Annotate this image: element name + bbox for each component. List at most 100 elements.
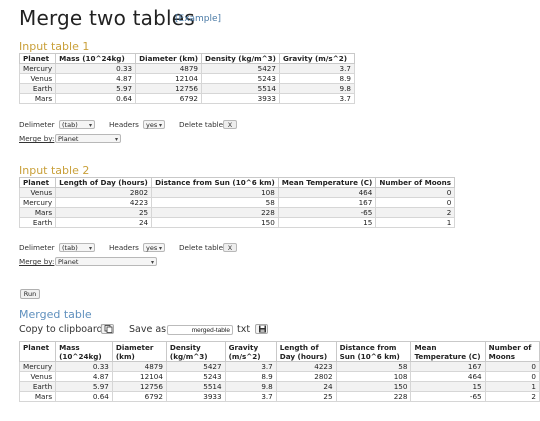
table-row: Venus 4.87 12104 5243 8.9 (18, 73, 355, 84)
run-button[interactable]: Run (20, 289, 40, 299)
table-cell: 0 (484, 361, 540, 372)
row-label-cell: Mars (18, 391, 57, 402)
table-cell: 5.97 (55, 83, 137, 94)
table-cell: 0 (375, 187, 456, 198)
table-cell: 15 (277, 217, 377, 228)
chevron-down-icon: ▾ (114, 136, 118, 143)
table-cell: 167 (277, 197, 377, 208)
table-cell: 0.64 (55, 93, 137, 104)
row-label-cell: Mars (18, 93, 57, 104)
column-header: Distance from Sun (10^6 km) (335, 341, 412, 362)
table-cell: 5514 (200, 83, 280, 94)
table-row: Venus 2802 108 464 0 (18, 187, 456, 198)
table-cell: 5427 (200, 63, 280, 74)
copy-icon (104, 325, 113, 333)
row-label-cell: Mercury (18, 63, 57, 74)
table-row: Earth 24 150 15 1 (18, 217, 456, 228)
table-cell: 150 (151, 217, 279, 228)
row-label-cell: Venus (18, 371, 57, 382)
table-cell: 464 (277, 187, 377, 198)
table-cell: 108 (151, 187, 279, 198)
table-row: Earth 5.97 12756 5514 9.8 (18, 83, 355, 94)
table-row: Venus 4.87 12104 5243 8.9 2802 108 464 0 (18, 371, 540, 382)
headers-select-1[interactable]: yes ▾ (143, 120, 165, 129)
table-cell: 167 (410, 361, 486, 372)
delete-table-1-button[interactable]: X (223, 120, 237, 129)
table-row: Mars 0.64 6792 3933 3.7 25 228 -65 2 (18, 391, 540, 402)
table-cell: 2802 (275, 371, 337, 382)
filename-input[interactable] (167, 325, 233, 335)
chevron-down-icon: ▾ (158, 122, 162, 129)
table-cell: 228 (151, 207, 279, 218)
table-cell: 0.64 (55, 391, 113, 402)
table-cell: 4223 (55, 197, 153, 208)
row-label-cell: Earth (18, 83, 57, 94)
table-cell: 8.9 (224, 371, 277, 382)
table-cell: 5243 (165, 371, 226, 382)
table-cell: 3933 (165, 391, 226, 402)
delimiter-select-2[interactable]: (tab) ▾ (59, 243, 95, 252)
table-cell: 6792 (135, 93, 202, 104)
table-cell: 9.8 (278, 83, 355, 94)
row-label-cell: Earth (18, 381, 57, 392)
input-table-1: Planet Mass (10^24kg) Diameter (km) Density… (18, 53, 355, 104)
column-header: Mean Temperature (C) (410, 341, 486, 362)
example-link[interactable]: [Example] (175, 14, 221, 24)
merged-actions: Copy to clipboard Save as txt (19, 324, 279, 336)
table-cell: -65 (277, 207, 377, 218)
delimiter-select-1[interactable]: (tab) ▾ (59, 120, 95, 129)
table-row: Mercury 0.33 4879 5427 3.7 4223 58 167 0 (18, 361, 540, 372)
save-disk-icon (259, 325, 266, 333)
page-title: Merge two tables (19, 6, 195, 30)
table-cell: 58 (151, 197, 279, 208)
table-cell: 5514 (165, 381, 226, 392)
column-header: Distance from Sun (10^6 km) (151, 177, 279, 188)
column-header: Gravity (m/s^2) (278, 53, 355, 64)
table-cell: 464 (410, 371, 486, 382)
table-cell: 12104 (111, 371, 167, 382)
table-row: Mercury 4223 58 167 0 (18, 197, 456, 208)
table-cell: 4.87 (55, 73, 137, 84)
table-cell: 9.8 (224, 381, 277, 392)
table-cell: 6792 (111, 391, 167, 402)
table-cell: 0.33 (55, 63, 137, 74)
table-cell: 2802 (55, 187, 153, 198)
merge-by-2-row: Merge by: Planet ▾ (19, 257, 199, 269)
table-cell: 8.9 (278, 73, 355, 84)
merge-by-select-1[interactable]: Planet ▾ (55, 134, 121, 143)
table-cell: 5.97 (55, 381, 113, 392)
copy-to-clipboard-button[interactable] (101, 324, 114, 334)
delimiter-label: Delimeter (19, 120, 55, 129)
column-header: Number of Moons (484, 341, 540, 362)
save-as-label: Save as (129, 324, 167, 335)
table-cell: 12756 (135, 83, 202, 94)
table-cell: 5427 (165, 361, 226, 372)
row-label-cell: Venus (18, 187, 57, 198)
headers-select-2[interactable]: yes ▾ (143, 243, 165, 252)
column-header: Mass (10^24kg) (55, 53, 137, 64)
table-cell: 12104 (135, 73, 202, 84)
table-cell: 108 (335, 371, 412, 382)
table-cell: 0.33 (55, 361, 113, 372)
chevron-down-icon: ▾ (88, 245, 92, 252)
input-table-2: Planet Length of Day (hours) Distance from… (18, 177, 456, 228)
save-button[interactable] (255, 324, 268, 334)
column-header: Planet (18, 341, 57, 362)
table-cell: 4.87 (55, 371, 113, 382)
merge-by-select-2[interactable]: Planet ▾ (55, 257, 157, 266)
table-cell: 3.7 (224, 361, 277, 372)
table-cell: 58 (335, 361, 412, 372)
chevron-down-icon: ▾ (158, 245, 162, 252)
column-header: Mass (10^24kg) (55, 341, 113, 362)
table-cell: -65 (410, 391, 486, 402)
table-cell: 4879 (111, 361, 167, 372)
delete-table-2-button[interactable]: X (223, 243, 237, 252)
column-header: Density (kg/m^3) (165, 341, 226, 362)
table-cell: 3.7 (224, 391, 277, 402)
column-header: Planet (18, 177, 57, 188)
table-cell: 2 (484, 391, 540, 402)
delete-table-label: Delete table (179, 243, 224, 252)
table-cell: 0 (375, 197, 456, 208)
table-row: Mars 0.64 6792 3933 3.7 (18, 93, 355, 104)
column-header: Diameter (km) (111, 341, 167, 362)
